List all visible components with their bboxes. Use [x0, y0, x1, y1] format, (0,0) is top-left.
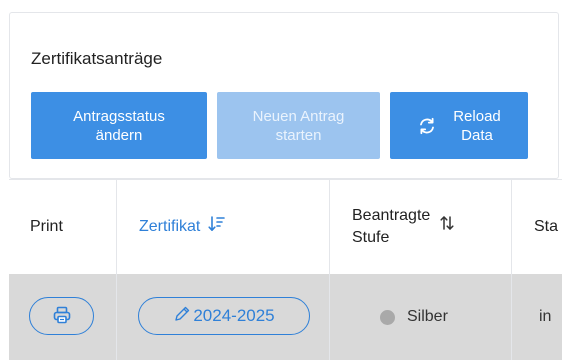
column-header-stufe-label: Beantragte Stufe	[352, 205, 430, 249]
print-button[interactable]	[29, 297, 94, 335]
column-header-stufe[interactable]: Beantragte Stufe	[352, 179, 456, 274]
page: Zertifikatsanträge Antragsstatus ändern …	[0, 0, 562, 360]
column-header-print-label: Print	[30, 217, 63, 235]
status-value: in	[539, 308, 552, 325]
change-status-label-1: Antragsstatus	[73, 107, 165, 125]
requests-table: Print Zertifikat Beantragte Stufe Sta 20…	[9, 179, 562, 360]
table-header	[9, 179, 562, 274]
new-request-button[interactable]: Neuen Antrag starten	[217, 92, 380, 159]
requests-card: Zertifikatsanträge Antragsstatus ändern …	[9, 12, 559, 179]
new-request-label-1: Neuen Antrag	[252, 107, 345, 125]
stufe-value: Silber	[407, 308, 448, 325]
printer-icon	[52, 305, 72, 328]
status-cell: in	[539, 274, 551, 360]
edit-certificate-button[interactable]: 2024-2025	[138, 297, 310, 335]
column-divider	[329, 179, 330, 360]
reload-data-button[interactable]: Reload Data	[390, 92, 528, 159]
silver-dot-icon	[380, 309, 395, 325]
column-divider	[511, 179, 512, 360]
pencil-icon	[173, 305, 191, 328]
new-request-label-2: starten	[275, 126, 322, 144]
reload-label-2: Data	[461, 126, 493, 144]
reload-icon	[417, 116, 437, 136]
column-header-status-label: Sta	[534, 217, 559, 235]
column-header-status[interactable]: Sta	[534, 179, 558, 274]
column-divider	[116, 179, 117, 360]
certificate-value: 2024-2025	[193, 306, 275, 325]
stufe-cell: Silber	[380, 274, 448, 360]
change-status-label-2: ändern	[95, 126, 143, 144]
sort-down-icon	[208, 215, 226, 238]
column-header-zertifikat[interactable]: Zertifikat	[139, 179, 226, 274]
change-status-button[interactable]: Antragsstatus ändern	[31, 92, 207, 159]
column-header-stufe-line-2: Stufe	[352, 228, 390, 246]
column-header-print[interactable]: Print	[30, 179, 63, 274]
sort-icon	[438, 214, 456, 239]
column-header-stufe-line-1: Beantragte	[352, 206, 431, 224]
reload-label-1: Reload	[453, 107, 501, 125]
card-title: Zertifikatsanträge	[31, 49, 163, 68]
column-header-zertifikat-label: Zertifikat	[139, 217, 201, 235]
